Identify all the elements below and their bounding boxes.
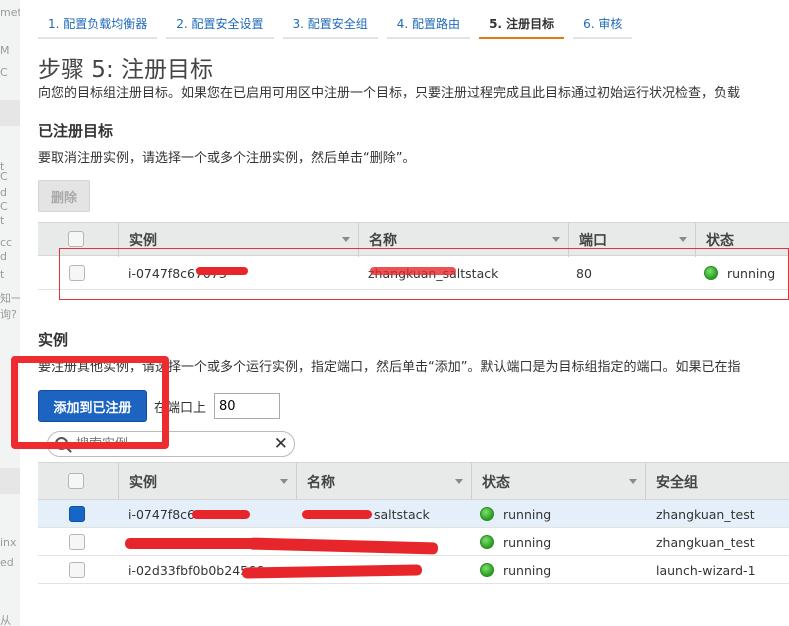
select-all-checkbox[interactable] [68,473,84,489]
redaction-scribble [125,538,255,549]
page-description: 向您的目标组注册目标。如果您在已启用可用区中注册一个目标，只要注册过程完成且此目… [38,86,741,101]
select-all-checkbox[interactable] [68,231,84,247]
redaction-scribble [302,510,372,519]
column-label: 名称 [369,233,397,249]
running-status-icon [480,563,494,577]
row-checkbox[interactable] [69,534,85,550]
column-header-status[interactable]: 状态 [471,463,645,501]
table-header: 实例 名称 状态 安全组 [38,462,789,501]
status-cell: running [480,556,551,584]
page-title: 步骤 5: 注册目标 [38,57,214,83]
instance-name: saltstack [374,506,430,522]
sidebar-fragment: M [0,44,10,57]
sidebar-fragment: 从 [0,614,11,626]
column-header-security-group[interactable]: 安全组 [645,463,789,501]
sort-caret-icon [342,237,350,242]
column-header-instance[interactable]: 实例 [118,463,296,501]
sort-caret-icon [629,479,637,484]
sidebar-fragment: inx [0,536,17,549]
column-label: 端口 [579,233,607,249]
sort-caret-icon [552,237,560,242]
wizard-steps: 1. 配置负载均衡器 2. 配置安全设置 3. 配置安全组 4. 配置路由 5.… [38,9,641,39]
tab-step-2[interactable]: 2. 配置安全设置 [166,9,274,39]
sidebar-fragment: met [0,6,20,19]
delete-button[interactable]: 删除 [38,180,90,212]
tab-step-3[interactable]: 3. 配置安全组 [282,9,378,39]
security-group: launch-wizard-1 [656,562,756,578]
running-status-icon [480,535,494,549]
instances-title: 实例 [38,331,69,349]
tab-step-4[interactable]: 4. 配置路由 [386,9,471,39]
background-sidebar: met M C t C d C t cc d t 知一 询? inx ed 从 [0,0,20,626]
column-label: 名称 [307,475,335,491]
close-icon[interactable]: ✕ [274,435,288,453]
column-label: 实例 [129,475,157,491]
sort-caret-icon [280,479,288,484]
row-checkbox[interactable] [69,506,85,522]
column-header-name[interactable]: 名称 [296,463,471,501]
sidebar-fragment: C [0,200,8,213]
running-status-icon [480,507,494,521]
security-group: zhangkuan_test [656,506,755,522]
status-text: running [503,562,552,578]
sort-caret-icon [455,479,463,484]
column-label: 安全组 [656,475,698,491]
security-group: zhangkuan_test [656,534,755,550]
tab-step-5[interactable]: 5. 注册目标 [479,9,565,39]
registered-targets-title: 已注册目标 [38,122,114,140]
sidebar-block [0,468,20,494]
sidebar-fragment: t [0,214,5,227]
sidebar-fragment: ed [0,556,14,569]
tab-step-1[interactable]: 1. 配置负载均衡器 [38,9,158,39]
sidebar-fragment: C [0,170,8,183]
sidebar-fragment: cc [0,236,13,249]
row-checkbox[interactable] [69,562,85,578]
status-text: running [503,534,552,550]
column-label: 实例 [129,233,157,249]
status-cell: running [480,528,551,556]
column-label: 状态 [482,475,510,491]
sidebar-fragment: 知一 [0,292,20,305]
sidebar-fragment: d [0,186,7,199]
sort-caret-icon [679,237,687,242]
tab-step-6[interactable]: 6. 审核 [573,9,633,39]
annotation-red-frame [59,248,789,300]
column-label: 状态 [706,233,734,249]
port-input[interactable] [214,393,280,419]
annotation-red-box [11,356,169,449]
sidebar-fragment: t [0,268,5,281]
sidebar-fragment: 询? [0,308,17,321]
sidebar-fragment: d [0,250,7,263]
redaction-scribble [192,510,250,519]
sidebar-fragment: C [0,66,8,79]
registered-targets-description: 要取消注册实例，请选择一个或多个注册实例，然后单击“删除”。 [38,151,416,166]
sidebar-block [0,100,20,126]
status-text: running [503,506,552,522]
status-cell: running [480,500,551,528]
table-row[interactable]: i-0747f8c67 saltstack running zhangkuan_… [38,500,789,528]
